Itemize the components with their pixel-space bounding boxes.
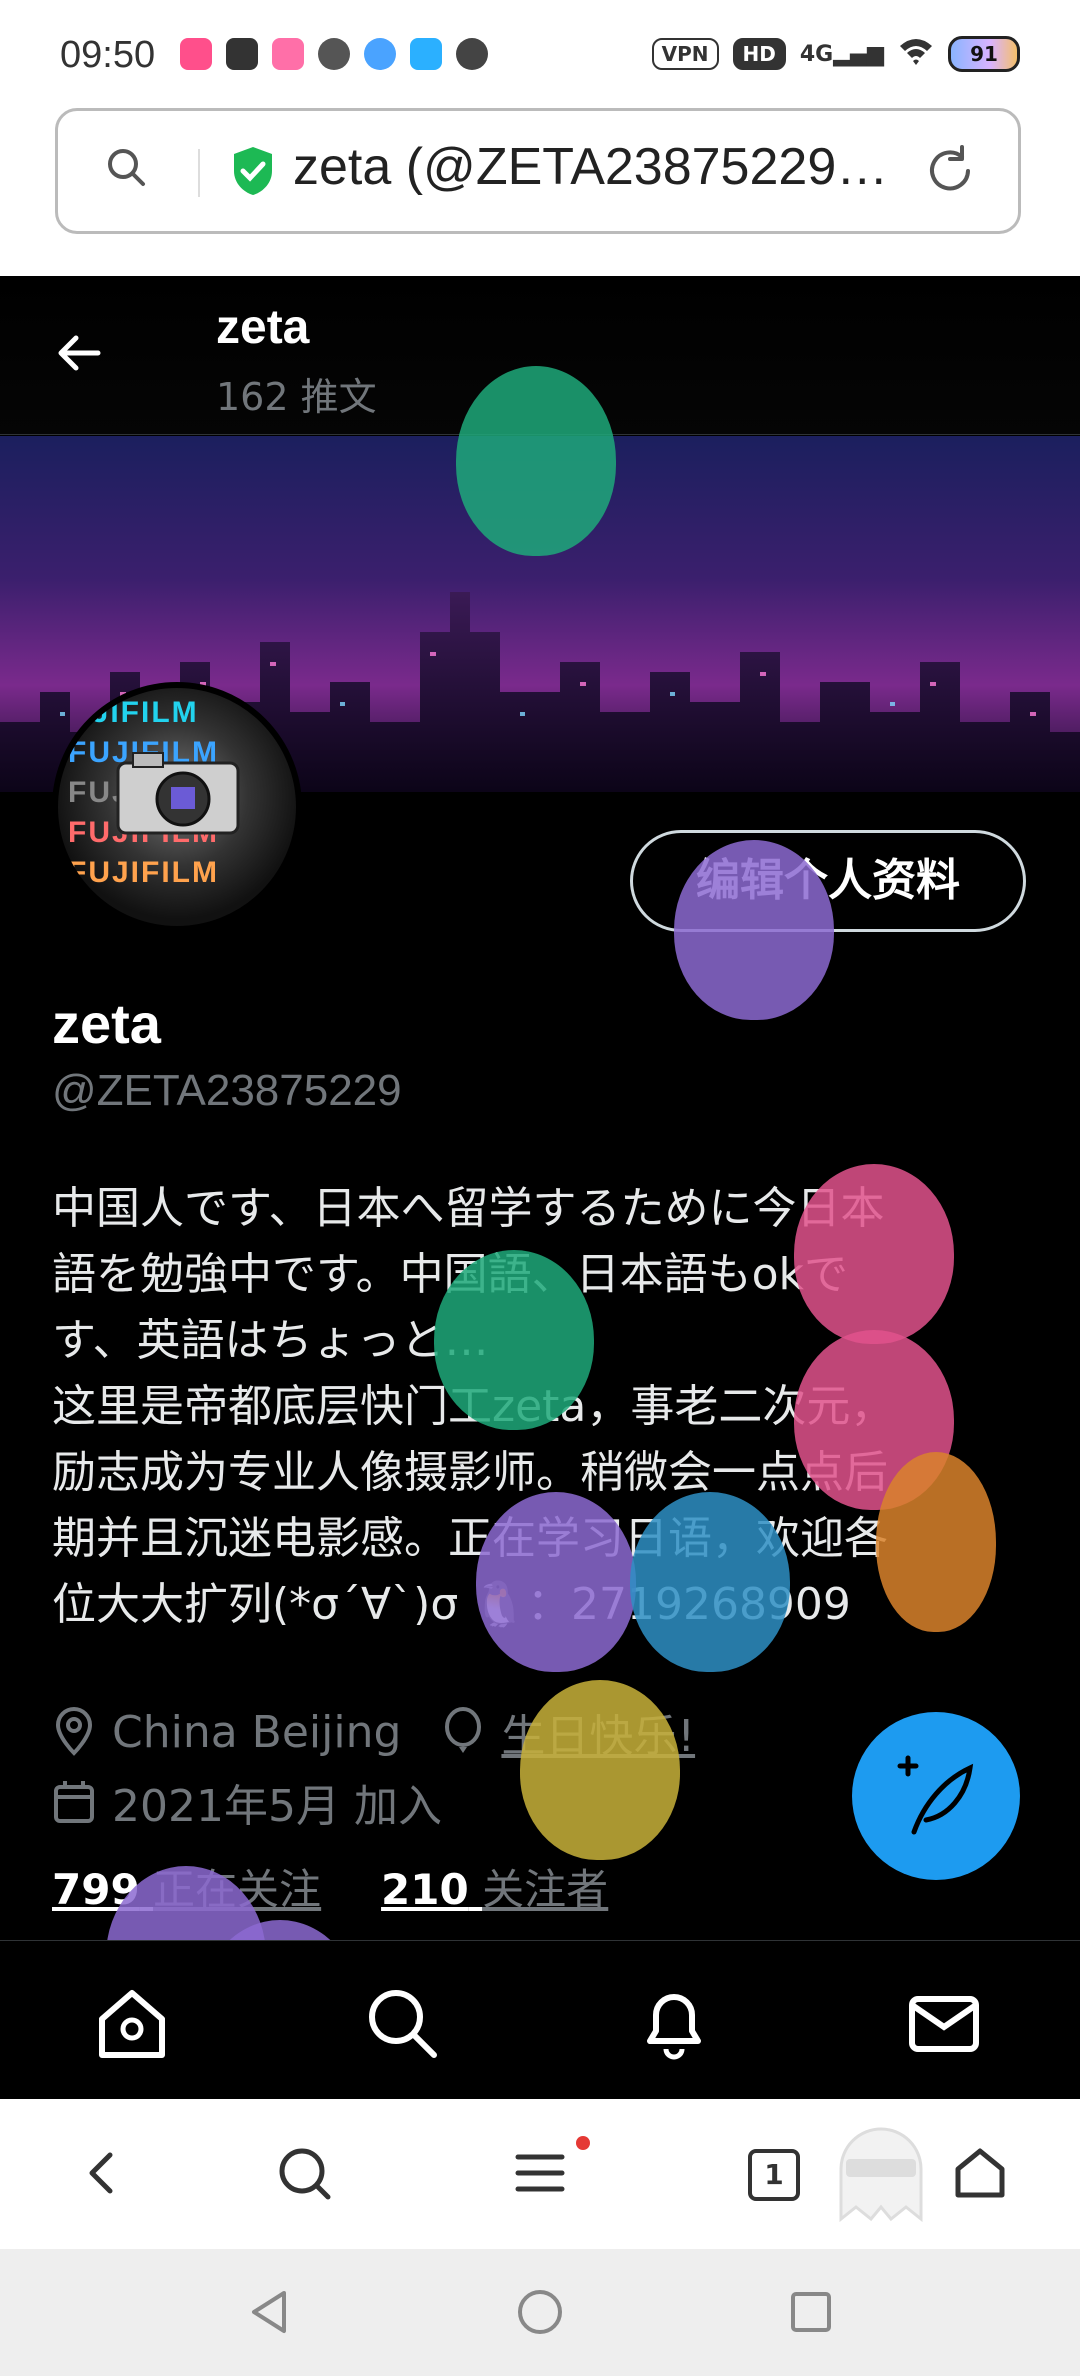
birthday-balloon [456, 366, 616, 556]
notification-icons [180, 38, 488, 70]
avatar-logo-text: FUJIFILM [68, 856, 219, 889]
home-icon[interactable] [950, 2143, 1010, 2203]
followers-count: 210 [381, 1865, 469, 1914]
app-icon [272, 38, 304, 70]
header-tweet-count: 162 推文 [216, 375, 377, 419]
feather-compose-icon [897, 1755, 974, 1835]
telegram-icon [410, 38, 442, 70]
reload-icon[interactable] [922, 143, 978, 199]
app-icon [318, 38, 350, 70]
profile-name: zeta [52, 992, 161, 1055]
birthday-balloon [476, 1492, 636, 1672]
compose-tweet-button[interactable] [852, 1712, 1020, 1880]
balloon-icon [445, 1707, 482, 1753]
followers-label: 关注者 [482, 1865, 609, 1914]
hd-icon: HD [732, 38, 786, 70]
profile-meta-joined: 2021年5月 加入 [52, 1770, 442, 1834]
birthday-balloon [630, 1492, 790, 1672]
status-bar: 09:50 VPN HD 4G▂▄▆ 91 [0, 0, 1080, 105]
status-time: 09:50 [60, 34, 156, 76]
header-name: zeta [216, 301, 310, 354]
avatar[interactable]: UJIFILM FUJIFILM FUJIFILM FUJIFILM FUJIF… [52, 682, 302, 932]
nav-recents-icon[interactable] [786, 2287, 836, 2337]
divider [198, 149, 200, 197]
location-text: China Beijing [112, 1706, 402, 1758]
camera-icon [116, 752, 240, 835]
notification-dot [576, 2136, 590, 2150]
vpn-icon: VPN [651, 38, 719, 70]
location-pin-icon [55, 1707, 93, 1756]
calendar-icon [54, 1781, 94, 1823]
twitter-tab-bar [0, 1940, 1080, 2099]
tabs-icon[interactable]: 1 [748, 2149, 800, 2201]
play-icon [456, 38, 488, 70]
nav-home-icon[interactable] [515, 2287, 565, 2337]
search-icon[interactable] [106, 147, 146, 187]
system-icons: VPN HD 4G▂▄▆ 91 [651, 36, 1020, 72]
mail-icon[interactable] [906, 1985, 982, 2061]
wifi-icon [898, 36, 934, 72]
battery-icon: 91 [948, 36, 1020, 72]
back-arrow-icon[interactable] [54, 328, 104, 378]
avatar-logo-text: UJIFILM [68, 696, 199, 729]
app-icon [180, 38, 212, 70]
app-icon [364, 38, 396, 70]
system-nav-bar [0, 2249, 1080, 2376]
search-icon[interactable] [274, 2143, 334, 2203]
signal-icon: 4G▂▄▆ [799, 41, 884, 67]
nav-back-icon[interactable] [244, 2287, 294, 2337]
birthday-balloon [794, 1164, 954, 1344]
profile-handle: @ZETA23875229 [52, 1066, 402, 1115]
browser-toolbar: 1 [0, 2099, 1080, 2249]
joined-date: 2021年5月 加入 [112, 1781, 442, 1832]
birthday-balloon [674, 840, 834, 1020]
url-text[interactable]: zeta (@ZETA23875229… [293, 137, 913, 197]
address-bar[interactable]: zeta (@ZETA23875229… [55, 108, 1021, 234]
search-icon[interactable] [364, 1985, 440, 2061]
followers-link[interactable]: 210 关注者 [381, 1856, 608, 1917]
back-icon[interactable] [72, 2143, 132, 2203]
birthday-balloon [876, 1452, 996, 1632]
network-label: 4G [799, 41, 834, 67]
ghost-mascot-icon [839, 2127, 923, 2223]
birthday-balloon [434, 1250, 594, 1430]
menu-icon[interactable] [510, 2143, 570, 2203]
shield-icon [234, 147, 272, 195]
birthday-balloon [520, 1680, 680, 1860]
twitter-profile-page: zeta 162 推文 UJIFILM FUJIFILM 编辑个人资料 zeta… [0, 276, 1080, 2099]
bell-icon[interactable] [636, 1985, 712, 2061]
home-icon[interactable] [94, 1985, 170, 2061]
app-icon [226, 38, 258, 70]
